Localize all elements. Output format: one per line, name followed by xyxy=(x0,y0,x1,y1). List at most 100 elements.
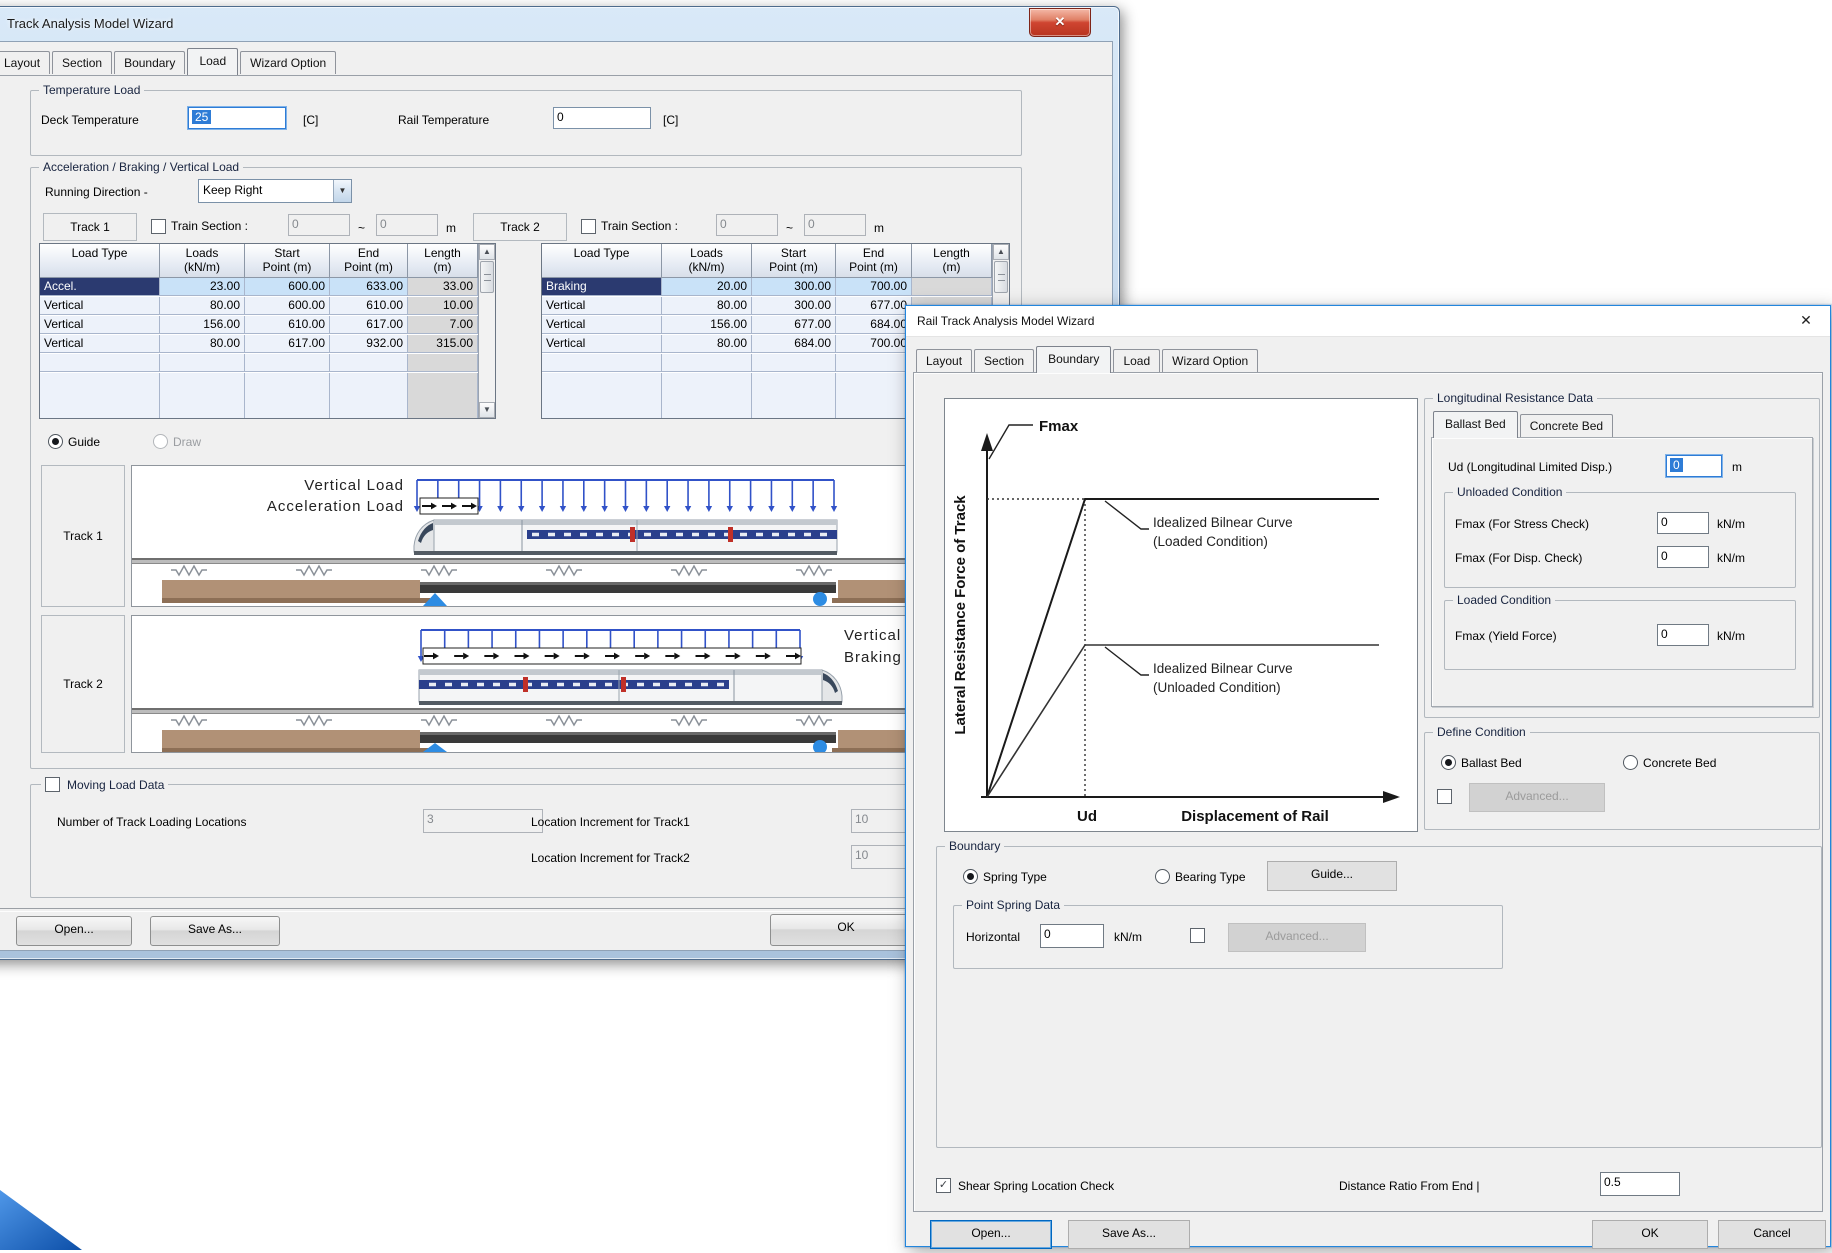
rail-temperature-field[interactable]: 0 xyxy=(553,107,651,129)
tab-section[interactable]: Section xyxy=(974,349,1034,372)
scroll-up-icon[interactable]: ▲ xyxy=(993,244,1009,260)
title-bar[interactable]: Rail Track Analysis Model Wizard ✕ xyxy=(906,306,1830,337)
running-direction-select[interactable]: Keep Right ▼ xyxy=(198,179,352,203)
table-cell[interactable]: 80.00 xyxy=(160,297,245,315)
table-cell[interactable]: 20.00 xyxy=(662,278,752,296)
moving-load-checkbox[interactable] xyxy=(45,777,60,792)
table-cell[interactable]: 600.00 xyxy=(245,278,330,296)
track1-section-from-field[interactable]: 0 xyxy=(288,214,350,236)
tab-wizard-option[interactable]: Wizard Option xyxy=(240,51,336,74)
close-icon[interactable]: ✕ xyxy=(1796,312,1816,329)
table-cell[interactable]: 600.00 xyxy=(245,297,330,315)
track1-table-scrollbar[interactable]: ▲ ▼ xyxy=(478,244,495,418)
ballast-bed-radio[interactable]: Ballast Bed xyxy=(1441,755,1522,770)
table-cell[interactable]: Accel. xyxy=(40,278,160,296)
tab-layout[interactable]: Layout xyxy=(0,51,50,74)
chevron-down-icon[interactable]: ▼ xyxy=(333,180,351,202)
tab-section[interactable]: Section xyxy=(52,51,112,74)
table-cell[interactable]: 610.00 xyxy=(245,316,330,334)
table-cell[interactable]: Vertical xyxy=(542,297,662,315)
table-cell[interactable]: 156.00 xyxy=(662,316,752,334)
table-cell[interactable]: 684.00 xyxy=(836,316,912,334)
concrete-bed-radio[interactable]: Concrete Bed xyxy=(1623,755,1716,770)
table-cell[interactable]: 80.00 xyxy=(160,335,245,353)
title-bar[interactable]: Track Analysis Model Wizard xyxy=(0,7,1119,41)
table-cell[interactable]: 932.00 xyxy=(330,335,408,353)
table-cell[interactable]: 633.00 xyxy=(330,278,408,296)
define-advanced-button[interactable]: Advanced... xyxy=(1469,783,1605,812)
table-cell[interactable] xyxy=(912,278,992,296)
scroll-down-icon[interactable]: ▼ xyxy=(479,402,495,418)
table-cell[interactable]: 610.00 xyxy=(330,297,408,315)
scroll-up-icon[interactable]: ▲ xyxy=(479,244,495,260)
tab-load[interactable]: Load xyxy=(187,48,238,75)
scroll-thumb[interactable] xyxy=(994,261,1008,293)
save-as-button[interactable]: Save As... xyxy=(1068,1220,1190,1249)
table-cell[interactable]: Vertical xyxy=(40,297,160,315)
table-cell[interactable]: 7.00 xyxy=(408,316,478,334)
table-cell[interactable]: 156.00 xyxy=(160,316,245,334)
table-cell[interactable]: 10.00 xyxy=(408,297,478,315)
fmax-disp-field[interactable]: 0 xyxy=(1657,546,1709,568)
table-cell[interactable]: 315.00 xyxy=(408,335,478,353)
guide-radio[interactable]: Guide xyxy=(48,434,100,449)
tab-concrete-bed[interactable]: Concrete Bed xyxy=(1520,414,1613,437)
table-cell[interactable]: Vertical xyxy=(542,335,662,353)
table-cell[interactable] xyxy=(245,354,330,372)
close-button[interactable]: ✕ xyxy=(1029,8,1091,37)
table-cell[interactable]: 80.00 xyxy=(662,335,752,353)
table-cell[interactable]: 300.00 xyxy=(752,278,836,296)
table-cell[interactable] xyxy=(662,354,752,372)
table-cell[interactable] xyxy=(408,354,478,372)
ud-field[interactable]: 0 xyxy=(1666,455,1722,477)
cancel-button[interactable]: Cancel xyxy=(1718,1220,1826,1249)
scroll-thumb[interactable] xyxy=(480,261,494,293)
track2-train-section-checkbox[interactable] xyxy=(581,219,596,234)
table-cell[interactable] xyxy=(160,354,245,372)
guide-button[interactable]: Guide... xyxy=(1267,861,1397,891)
table-cell[interactable]: 677.00 xyxy=(752,316,836,334)
tab-layout[interactable]: Layout xyxy=(916,349,972,372)
table-cell[interactable]: 684.00 xyxy=(752,335,836,353)
spring-type-radio[interactable]: Spring Type xyxy=(963,869,1047,884)
track1-section-to-field[interactable]: 0 xyxy=(376,214,438,236)
table-cell[interactable]: 677.00 xyxy=(836,297,912,315)
table-cell[interactable]: Vertical xyxy=(40,335,160,353)
table-cell[interactable]: 617.00 xyxy=(330,316,408,334)
table-cell[interactable]: Vertical xyxy=(542,316,662,334)
point-spring-advanced-button[interactable]: Advanced... xyxy=(1228,923,1366,952)
tab-ballast-bed[interactable]: Ballast Bed xyxy=(1433,411,1518,438)
table-cell[interactable]: 300.00 xyxy=(752,297,836,315)
table-cell[interactable]: Vertical xyxy=(40,316,160,334)
tab-wizard-option[interactable]: Wizard Option xyxy=(1162,349,1258,372)
table-cell[interactable]: 700.00 xyxy=(836,335,912,353)
table-cell[interactable]: 23.00 xyxy=(160,278,245,296)
horizontal-field[interactable]: 0 xyxy=(1040,924,1104,948)
fmax-stress-field[interactable]: 0 xyxy=(1657,512,1709,534)
save-as-button[interactable]: Save As... xyxy=(150,916,280,946)
ok-button[interactable]: OK xyxy=(1592,1220,1708,1249)
table-cell[interactable] xyxy=(836,354,912,372)
tab-boundary[interactable]: Boundary xyxy=(114,51,185,74)
tab-boundary[interactable]: Boundary xyxy=(1036,346,1111,373)
table-cell[interactable]: 33.00 xyxy=(408,278,478,296)
table-cell[interactable] xyxy=(752,354,836,372)
table-cell[interactable]: 617.00 xyxy=(245,335,330,353)
tab-load[interactable]: Load xyxy=(1113,349,1160,372)
bearing-type-radio[interactable]: Bearing Type xyxy=(1155,869,1246,884)
table-cell[interactable]: 80.00 xyxy=(662,297,752,315)
point-spring-advanced-checkbox[interactable] xyxy=(1190,928,1205,943)
track2-section-to-field[interactable]: 0 xyxy=(804,214,866,236)
draw-radio[interactable]: Draw xyxy=(153,434,201,449)
define-advanced-checkbox[interactable] xyxy=(1437,789,1452,804)
table-cell[interactable]: 700.00 xyxy=(836,278,912,296)
track1-train-section-checkbox[interactable] xyxy=(151,219,166,234)
table-cell[interactable] xyxy=(40,354,160,372)
table-cell[interactable] xyxy=(330,354,408,372)
table-cell[interactable] xyxy=(542,354,662,372)
loading-locations-field[interactable]: 3 xyxy=(423,809,543,833)
open-button[interactable]: Open... xyxy=(930,1220,1052,1249)
track2-section-from-field[interactable]: 0 xyxy=(716,214,778,236)
ok-button[interactable]: OK xyxy=(770,914,922,946)
shear-spring-checkbox[interactable]: ✓ xyxy=(936,1178,951,1193)
